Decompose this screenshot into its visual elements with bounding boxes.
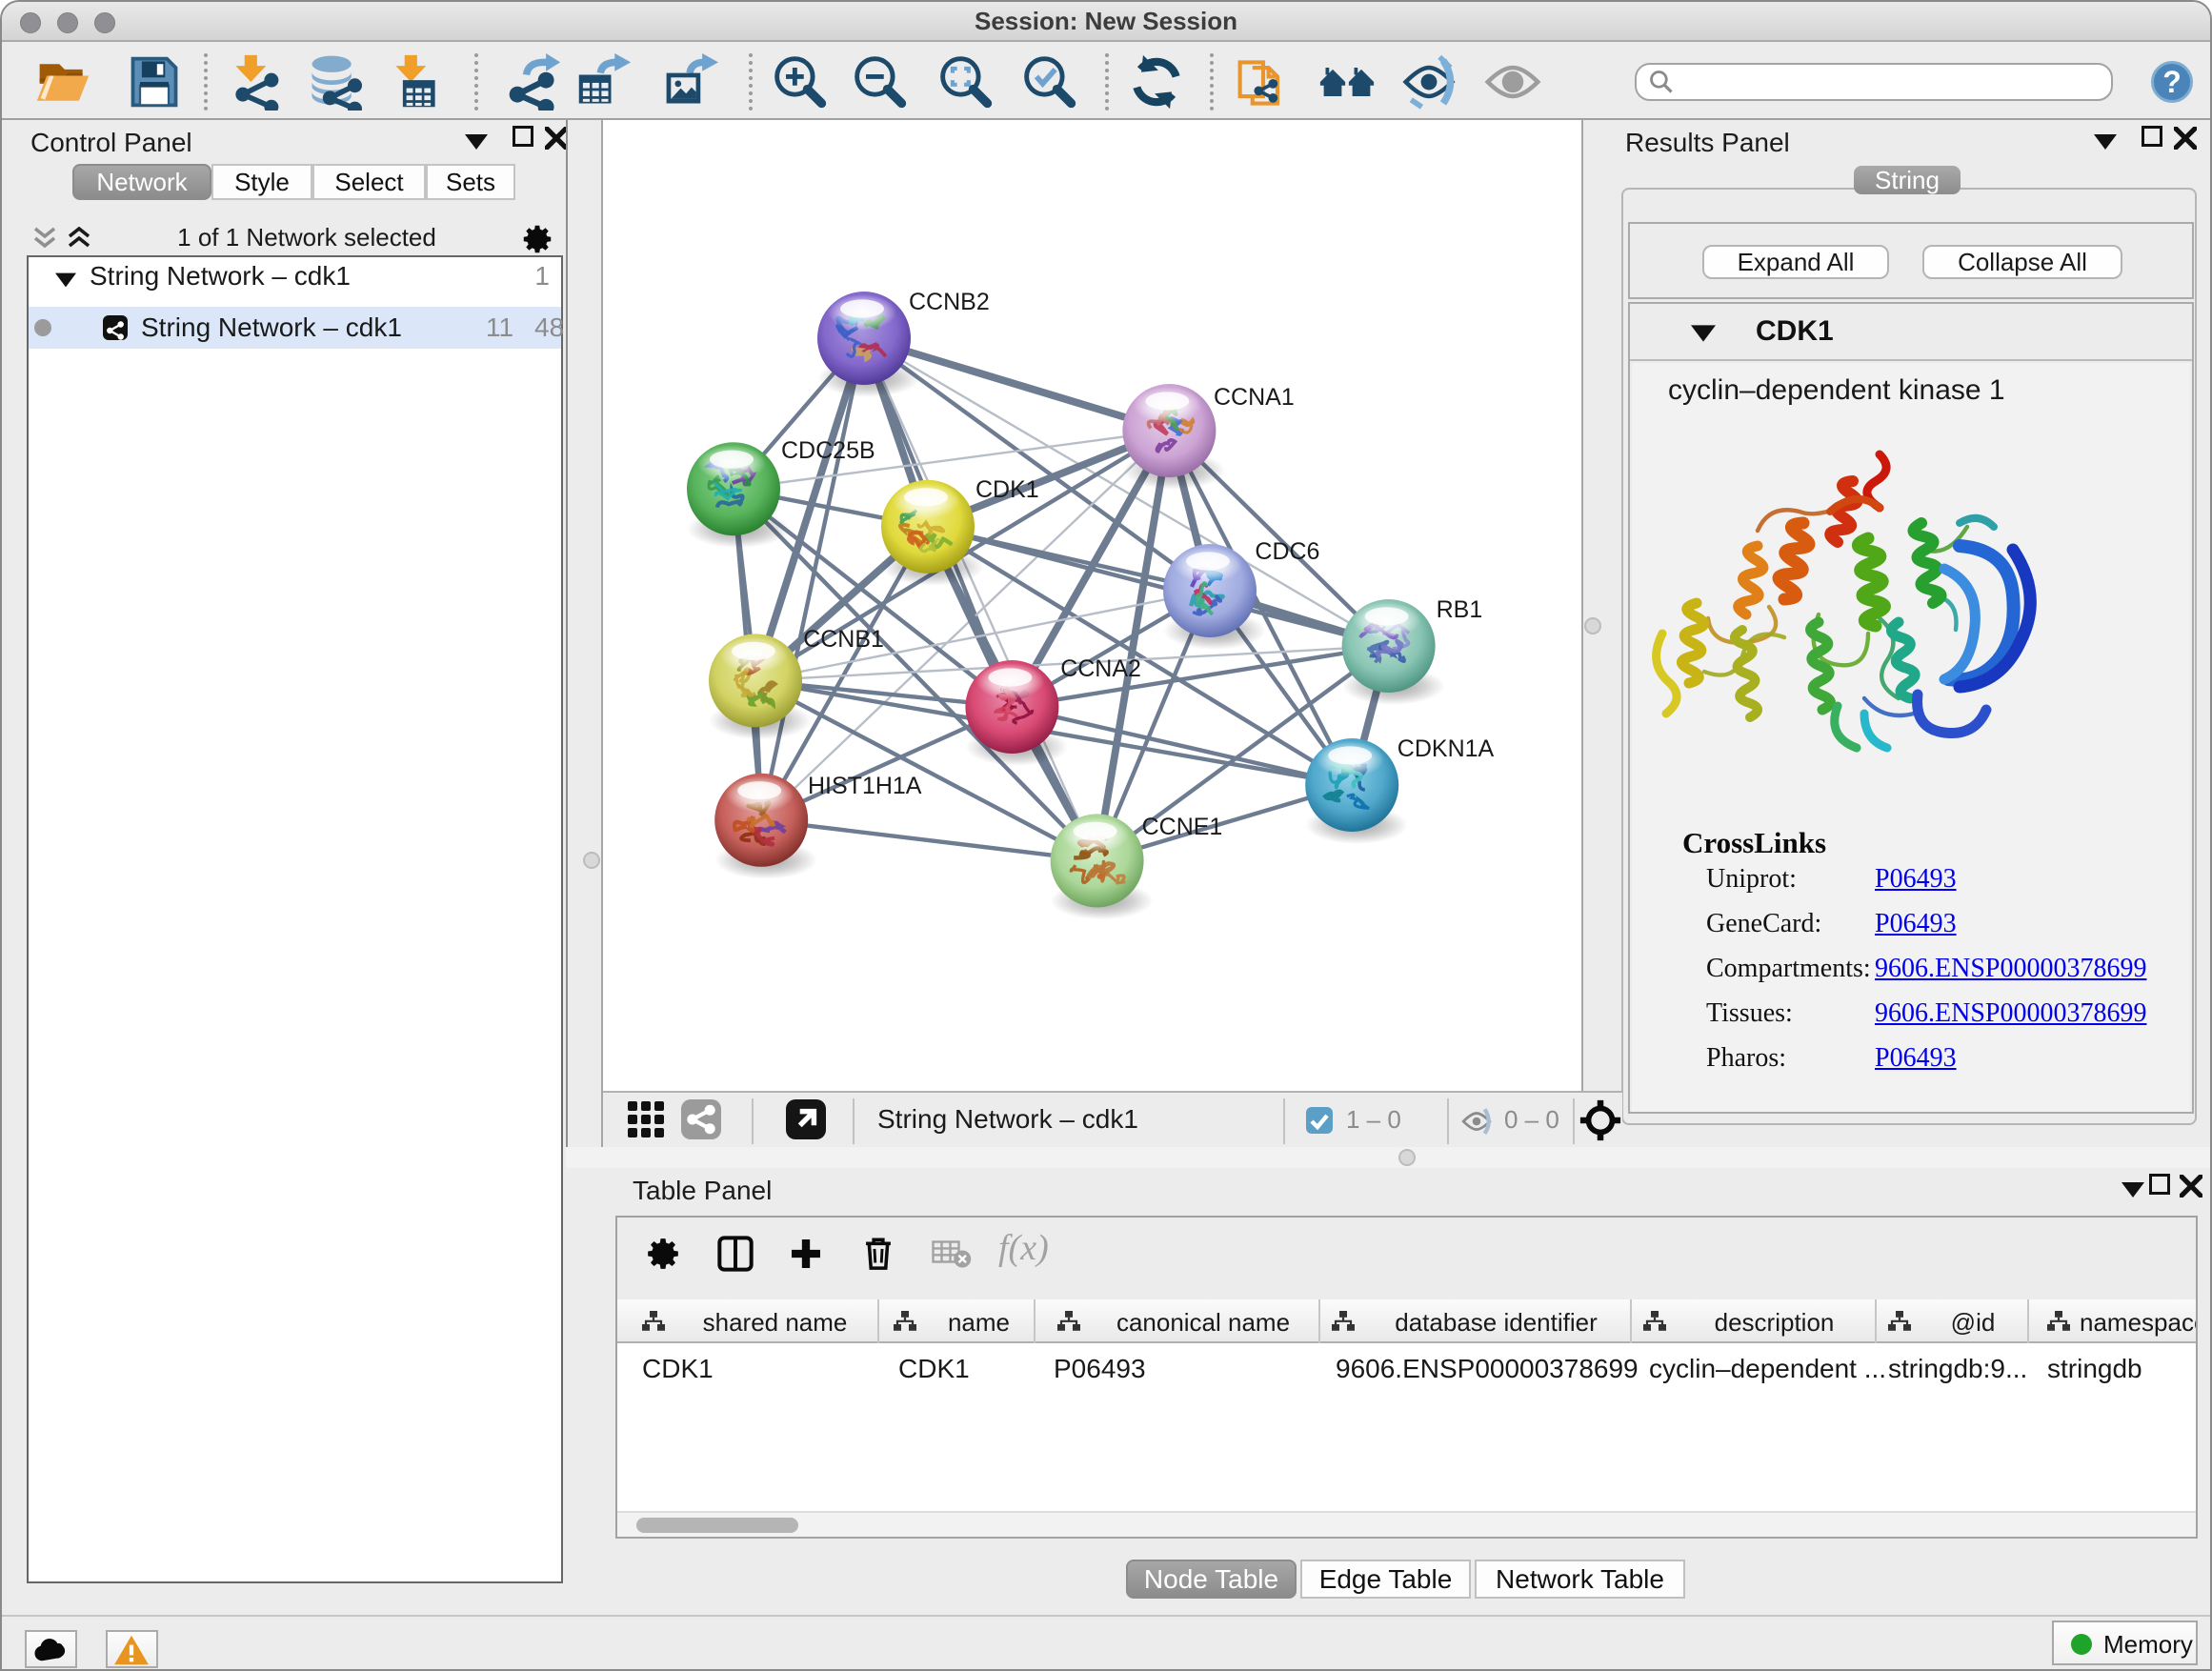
- svg-text:HIST1H1A: HIST1H1A: [808, 773, 922, 799]
- svg-text:CDC25B: CDC25B: [781, 437, 875, 464]
- svg-text:CCNB2: CCNB2: [909, 289, 990, 315]
- svg-text:CCNA2: CCNA2: [1060, 655, 1141, 682]
- svg-text:CCNB1: CCNB1: [803, 626, 884, 653]
- svg-text:CDC6: CDC6: [1255, 538, 1319, 565]
- svg-text:CCNE1: CCNE1: [1142, 814, 1223, 840]
- svg-text:CDKN1A: CDKN1A: [1398, 735, 1495, 762]
- svg-text:RB1: RB1: [1437, 596, 1483, 623]
- svg-text:CDK1: CDK1: [975, 476, 1039, 503]
- svg-text:CCNA1: CCNA1: [1214, 384, 1295, 411]
